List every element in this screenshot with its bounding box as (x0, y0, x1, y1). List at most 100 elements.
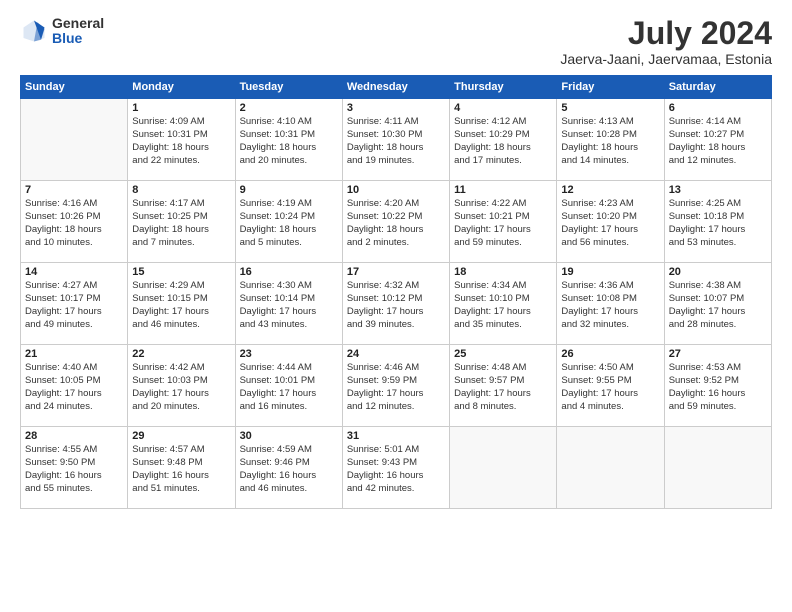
day-cell: 28 Sunrise: 4:55 AMSunset: 9:50 PMDayligh… (21, 427, 128, 509)
day-info: Sunrise: 4:59 AMSunset: 9:46 PMDaylight:… (240, 444, 338, 495)
col-tuesday: Tuesday (235, 76, 342, 99)
day-cell: 27Sunrise: 4:53 AMSunset: 9:52 PMDayligh… (664, 345, 771, 427)
day-cell: 13Sunrise: 4:25 AMSunset: 10:18 PMDaylig… (664, 181, 771, 263)
day-number: 4 (454, 102, 552, 114)
day-number: 16 (240, 266, 338, 278)
day-cell: 25Sunrise: 4:48 AMSunset: 9:57 PMDayligh… (450, 345, 557, 427)
day-info: Sunrise: 4:10 AMSunset: 10:31 PMDaylight… (240, 116, 338, 167)
day-info: Sunrise: 4:30 AMSunset: 10:14 PMDaylight… (240, 280, 338, 331)
day-info: Sunrise: 4:44 AMSunset: 10:01 PMDaylight… (240, 362, 338, 413)
week-row-5: 28 Sunrise: 4:55 AMSunset: 9:50 PMDayligh… (21, 427, 772, 509)
day-info: Sunrise: 4:40 AMSunset: 10:05 PMDaylight… (25, 362, 123, 413)
day-number: 15 (132, 266, 230, 278)
logo-blue: Blue (52, 31, 104, 46)
day-cell: 1 Sunrise: 4:09 AMSunset: 10:31 PMDayligh… (128, 99, 235, 181)
day-info: Sunrise: 4:20 AMSunset: 10:22 PMDaylight… (347, 198, 445, 249)
day-number: 29 (132, 430, 230, 442)
day-number: 26 (561, 348, 659, 360)
day-number: 23 (240, 348, 338, 360)
day-info: Sunrise: 4:14 AMSunset: 10:27 PMDaylight… (669, 116, 767, 167)
day-info: Sunrise: 4:17 AMSunset: 10:25 PMDaylight… (132, 198, 230, 249)
logo-icon (20, 17, 48, 45)
day-info: Sunrise: 4:29 AMSunset: 10:15 PMDaylight… (132, 280, 230, 331)
day-cell (664, 427, 771, 509)
day-number: 25 (454, 348, 552, 360)
day-number: 18 (454, 266, 552, 278)
day-cell: 21 Sunrise: 4:40 AMSunset: 10:05 PMDaylig… (21, 345, 128, 427)
calendar-table: Sunday Monday Tuesday Wednesday Thursday… (20, 75, 772, 509)
week-row-1: 1 Sunrise: 4:09 AMSunset: 10:31 PMDayligh… (21, 99, 772, 181)
day-number: 5 (561, 102, 659, 114)
col-sunday: Sunday (21, 76, 128, 99)
day-cell: 2Sunrise: 4:10 AMSunset: 10:31 PMDayligh… (235, 99, 342, 181)
day-number: 12 (561, 184, 659, 196)
day-number: 10 (347, 184, 445, 196)
main-title: July 2024 (560, 16, 772, 51)
day-number: 3 (347, 102, 445, 114)
title-block: July 2024 Jaerva-Jaani, Jaervamaa, Eston… (560, 16, 772, 67)
day-number: 27 (669, 348, 767, 360)
week-row-2: 7Sunrise: 4:16 AMSunset: 10:26 PMDayligh… (21, 181, 772, 263)
day-number: 11 (454, 184, 552, 196)
day-info: Sunrise: 4:23 AMSunset: 10:20 PMDaylight… (561, 198, 659, 249)
day-cell: 31Sunrise: 5:01 AMSunset: 9:43 PMDayligh… (342, 427, 449, 509)
day-number: 22 (132, 348, 230, 360)
day-number: 20 (669, 266, 767, 278)
day-cell: 29 Sunrise: 4:57 AMSunset: 9:48 PMDayligh… (128, 427, 235, 509)
day-number: 8 (132, 184, 230, 196)
header-row: Sunday Monday Tuesday Wednesday Thursday… (21, 76, 772, 99)
day-info: Sunrise: 4:13 AMSunset: 10:28 PMDaylight… (561, 116, 659, 167)
day-cell: 3 Sunrise: 4:11 AMSunset: 10:30 PMDayligh… (342, 99, 449, 181)
day-cell: 8 Sunrise: 4:17 AMSunset: 10:25 PMDayligh… (128, 181, 235, 263)
day-cell: 7Sunrise: 4:16 AMSunset: 10:26 PMDayligh… (21, 181, 128, 263)
day-info: Sunrise: 4:50 AMSunset: 9:55 PMDaylight:… (561, 362, 659, 413)
day-info: Sunrise: 4:09 AMSunset: 10:31 PMDaylight… (132, 116, 230, 167)
day-info: Sunrise: 4:11 AMSunset: 10:30 PMDaylight… (347, 116, 445, 167)
day-number: 24 (347, 348, 445, 360)
day-info: Sunrise: 4:25 AMSunset: 10:18 PMDaylight… (669, 198, 767, 249)
day-number: 7 (25, 184, 123, 196)
col-monday: Monday (128, 76, 235, 99)
day-cell: 24 Sunrise: 4:46 AMSunset: 9:59 PMDayligh… (342, 345, 449, 427)
day-cell: 5 Sunrise: 4:13 AMSunset: 10:28 PMDayligh… (557, 99, 664, 181)
day-info: Sunrise: 4:22 AMSunset: 10:21 PMDaylight… (454, 198, 552, 249)
day-info: Sunrise: 4:46 AMSunset: 9:59 PMDaylight:… (347, 362, 445, 413)
day-cell: 17 Sunrise: 4:32 AMSunset: 10:12 PMDaylig… (342, 263, 449, 345)
day-cell: 26 Sunrise: 4:50 AMSunset: 9:55 PMDayligh… (557, 345, 664, 427)
week-row-3: 14Sunrise: 4:27 AMSunset: 10:17 PMDaylig… (21, 263, 772, 345)
day-cell: 9Sunrise: 4:19 AMSunset: 10:24 PMDayligh… (235, 181, 342, 263)
logo-general: General (52, 16, 104, 31)
day-cell: 30 Sunrise: 4:59 AMSunset: 9:46 PMDayligh… (235, 427, 342, 509)
day-info: Sunrise: 4:38 AMSunset: 10:07 PMDaylight… (669, 280, 767, 331)
day-number: 21 (25, 348, 123, 360)
header: General Blue July 2024 Jaerva-Jaani, Jae… (20, 16, 772, 67)
day-number: 30 (240, 430, 338, 442)
day-cell: 18 Sunrise: 4:34 AMSunset: 10:10 PMDaylig… (450, 263, 557, 345)
day-info: Sunrise: 4:34 AMSunset: 10:10 PMDaylight… (454, 280, 552, 331)
logo: General Blue (20, 16, 104, 47)
day-number: 28 (25, 430, 123, 442)
col-friday: Friday (557, 76, 664, 99)
day-info: Sunrise: 4:42 AMSunset: 10:03 PMDaylight… (132, 362, 230, 413)
week-row-4: 21 Sunrise: 4:40 AMSunset: 10:05 PMDaylig… (21, 345, 772, 427)
day-cell (557, 427, 664, 509)
day-number: 14 (25, 266, 123, 278)
day-cell: 15 Sunrise: 4:29 AMSunset: 10:15 PMDaylig… (128, 263, 235, 345)
col-wednesday: Wednesday (342, 76, 449, 99)
day-number: 1 (132, 102, 230, 114)
day-info: Sunrise: 4:32 AMSunset: 10:12 PMDaylight… (347, 280, 445, 331)
day-info: Sunrise: 4:36 AMSunset: 10:08 PMDaylight… (561, 280, 659, 331)
day-info: Sunrise: 5:01 AMSunset: 9:43 PMDaylight:… (347, 444, 445, 495)
day-info: Sunrise: 4:57 AMSunset: 9:48 PMDaylight:… (132, 444, 230, 495)
day-info: Sunrise: 4:55 AMSunset: 9:50 PMDaylight:… (25, 444, 123, 495)
day-cell: 14Sunrise: 4:27 AMSunset: 10:17 PMDaylig… (21, 263, 128, 345)
day-cell: 16 Sunrise: 4:30 AMSunset: 10:14 PMDaylig… (235, 263, 342, 345)
col-saturday: Saturday (664, 76, 771, 99)
logo-text: General Blue (52, 16, 104, 47)
day-number: 17 (347, 266, 445, 278)
day-cell: 22 Sunrise: 4:42 AMSunset: 10:03 PMDaylig… (128, 345, 235, 427)
day-number: 9 (240, 184, 338, 196)
day-cell: 4Sunrise: 4:12 AMSunset: 10:29 PMDayligh… (450, 99, 557, 181)
day-cell: 12 Sunrise: 4:23 AMSunset: 10:20 PMDaylig… (557, 181, 664, 263)
day-cell: 23 Sunrise: 4:44 AMSunset: 10:01 PMDaylig… (235, 345, 342, 427)
